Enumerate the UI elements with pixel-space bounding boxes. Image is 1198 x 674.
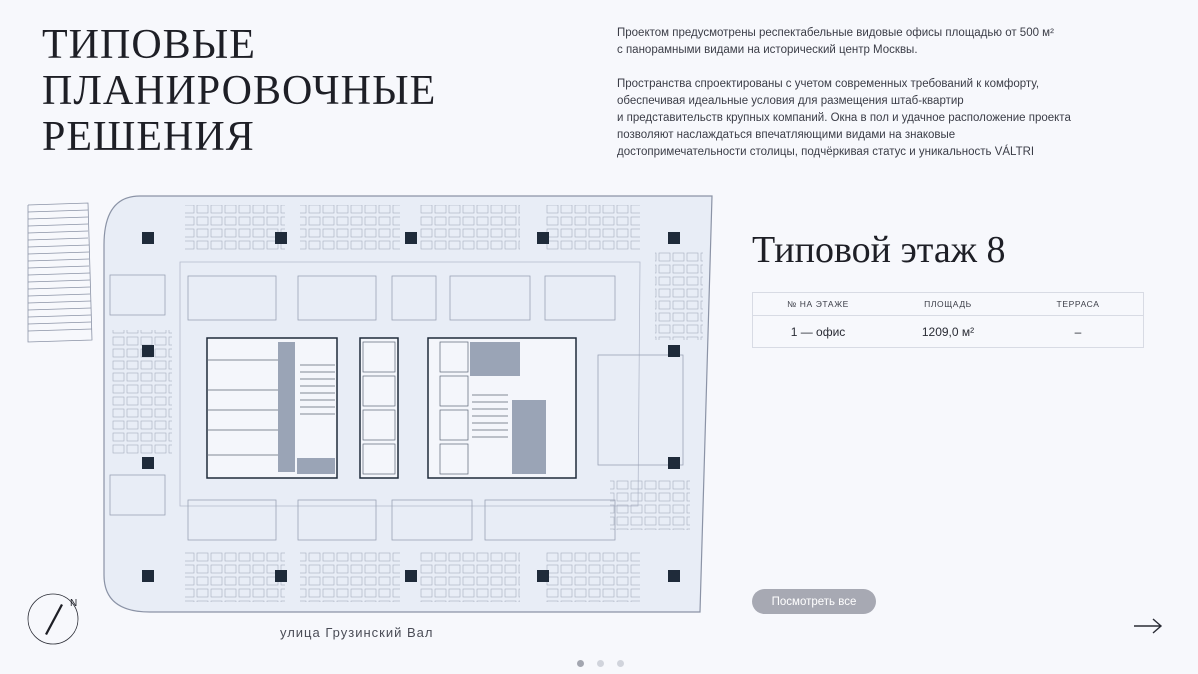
pagination-dot-2[interactable] [597, 660, 604, 667]
compass-north-label: N [70, 598, 77, 609]
pagination-dots [577, 660, 624, 667]
table-header-row: № НА ЭТАЖЕ ПЛОЩАДЬ ТЕРРАСА [753, 293, 1143, 315]
street-label: улица Грузинский Вал [280, 625, 434, 640]
floor-plan[interactable] [0, 190, 720, 626]
page-title-line: РЕШЕНИЯ [42, 114, 255, 160]
page-title: ТИПОВЫЕ ПЛАНИРОВОЧНЫЕ РЕШЕНИЯ [42, 22, 436, 160]
intro-line: с панорамными видами на исторический цен… [617, 44, 918, 56]
floor-info-table: № НА ЭТАЖЕ ПЛОЩАДЬ ТЕРРАСА 1 — офис 1209… [752, 292, 1144, 348]
column-header-area: ПЛОЩАДЬ [924, 299, 972, 309]
column-header-number: № НА ЭТАЖЕ [787, 299, 849, 309]
cell-terrace: – [1074, 324, 1082, 339]
cell-area: 1209,0 м² [921, 324, 975, 339]
pagination-dot-3[interactable] [617, 660, 624, 667]
building-core [206, 337, 577, 479]
floor-outline [103, 195, 713, 613]
view-all-button[interactable]: Посмотреть все [752, 589, 876, 614]
page-title-line: ТИПОВЫЕ [42, 22, 256, 68]
intro-line: достопримечательности столицы, подчёркив… [617, 146, 1035, 158]
column-header-terrace: ТЕРРАСА [1056, 299, 1100, 309]
intro-line: Пространства спроектированы с учетом сов… [617, 78, 1040, 90]
building-section-diagram [27, 202, 93, 343]
pagination-dot-1[interactable] [577, 660, 584, 667]
intro-paragraph-1: Проектом предусмотрены респектабельные в… [617, 25, 1117, 59]
intro-text: Проектом предусмотрены респектабельные в… [617, 25, 1117, 178]
floor-title: Типовой этаж 8 [752, 229, 1006, 271]
intro-line: и представительств крупных компаний. Окн… [617, 112, 1071, 124]
intro-line: Проектом предусмотрены респектабельные в… [617, 27, 1054, 39]
intro-paragraph-2: Пространства спроектированы с учетом сов… [617, 76, 1117, 161]
compass-icon: N [26, 592, 80, 646]
cell-number: 1 — офис [790, 324, 846, 339]
intro-line: позволяют наслаждаться впечатляющими вид… [617, 129, 956, 141]
arrow-right-icon[interactable] [1132, 615, 1164, 637]
intro-line: обеспечивая идеальные условия для размещ… [617, 95, 964, 107]
table-row: 1 — офис 1209,0 м² – [753, 315, 1143, 347]
page-title-line: ПЛАНИРОВОЧНЫЕ [42, 68, 437, 114]
